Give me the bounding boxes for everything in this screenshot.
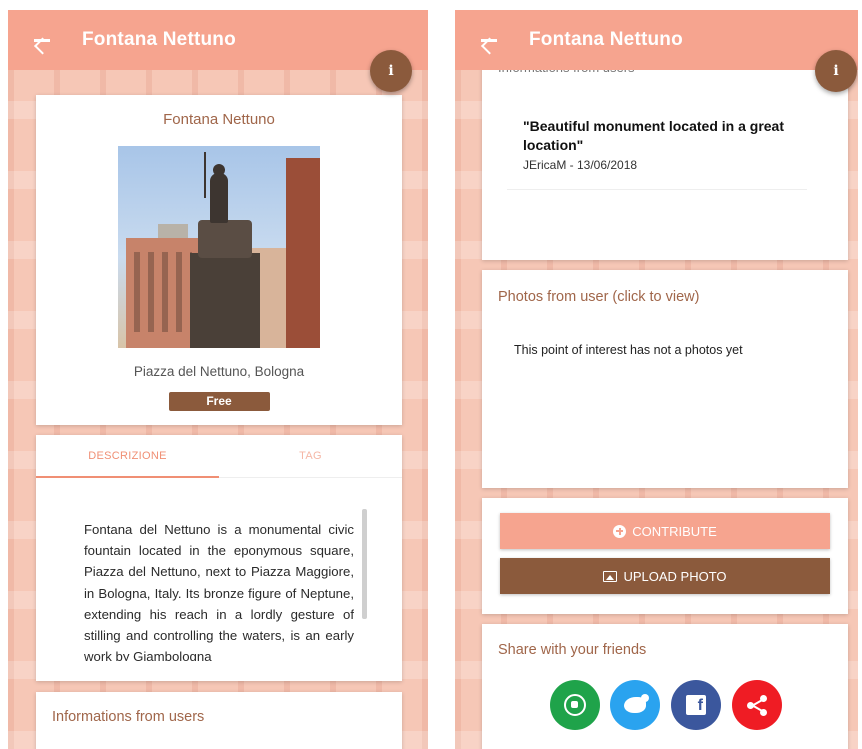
info-button[interactable]: i — [370, 50, 412, 92]
back-arrow-icon[interactable] — [475, 26, 503, 54]
share-title: Share with your friends — [498, 642, 647, 658]
user-photos-title[interactable]: Photos from user (click to view) — [498, 289, 699, 305]
app-bar: Fontana Nettuno — [8, 10, 428, 70]
app-bar: Fontana Nettuno — [455, 10, 858, 70]
info-icon: i — [833, 63, 839, 79]
actions-card: CONTRIBUTE UPLOAD PHOTO — [482, 498, 848, 614]
share-icon — [746, 694, 768, 716]
description-scroll-area[interactable]: Fontana del Nettuno is a monumental civi… — [36, 479, 402, 679]
poi-photo[interactable] — [118, 146, 320, 348]
left-phone-screen: Fontana Nettuno i Fontana Nettuno Piazza… — [8, 10, 428, 749]
tab-bar: DESCRIZIONE TAG — [36, 435, 402, 478]
scrollbar[interactable] — [362, 509, 367, 619]
poi-name: Fontana Nettuno — [163, 111, 275, 128]
tab-indicator — [36, 476, 219, 478]
twitter-icon — [624, 694, 649, 713]
share-generic-button[interactable] — [732, 680, 782, 730]
tab-tag[interactable]: TAG — [219, 435, 402, 477]
contribute-label: CONTRIBUTE — [632, 523, 717, 539]
user-photos-card[interactable]: Photos from user (click to view) This po… — [482, 270, 848, 488]
share-card: Share with your friends f — [482, 624, 848, 749]
price-badge: Free — [168, 392, 270, 411]
poi-card: Fontana Nettuno Piazza del Nettuno, Bolo… — [36, 95, 402, 425]
share-facebook-button[interactable]: f — [671, 680, 721, 730]
whatsapp-icon — [564, 694, 586, 716]
image-icon — [603, 570, 618, 582]
no-photos-message: This point of interest has not a photos … — [514, 343, 743, 357]
contribute-button[interactable]: CONTRIBUTE — [500, 513, 830, 549]
facebook-icon: f — [686, 695, 706, 715]
info-icon: i — [388, 63, 394, 79]
share-whatsapp-button[interactable] — [550, 680, 600, 730]
back-arrow-icon[interactable] — [28, 26, 56, 54]
info-button[interactable]: i — [815, 50, 857, 92]
description-text: Fontana del Nettuno is a monumental civi… — [84, 522, 354, 661]
review-quote: "Beautiful monument located in a great l… — [523, 118, 785, 153]
app-bar-title: Fontana Nettuno — [82, 29, 236, 50]
users-info-card: Informations from users — [36, 692, 402, 749]
users-info-title: Informations from users — [52, 709, 205, 725]
divider — [507, 189, 807, 190]
right-phone-screen: Informations from users "Beautiful monum… — [455, 10, 858, 749]
share-twitter-button[interactable] — [610, 680, 660, 730]
upload-photo-label: UPLOAD PHOTO — [623, 568, 727, 584]
app-bar-title: Fontana Nettuno — [529, 29, 683, 50]
poi-address: Piazza del Nettuno, Bologna — [133, 364, 305, 379]
description-card: DESCRIZIONE TAG Fontana del Nettuno is a… — [36, 435, 402, 681]
tab-descrizione[interactable]: DESCRIZIONE — [36, 435, 219, 477]
users-info-card: Informations from users "Beautiful monum… — [482, 60, 848, 260]
upload-photo-button[interactable]: UPLOAD PHOTO — [500, 558, 830, 594]
plus-circle-icon — [613, 524, 627, 538]
review-author-date: JEricaM - 13/06/2018 — [523, 158, 638, 172]
